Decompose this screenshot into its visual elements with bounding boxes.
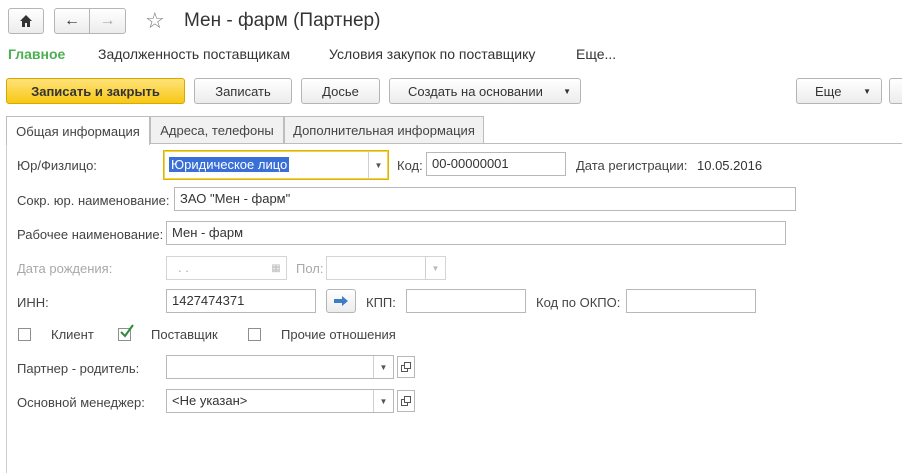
inn-label: ИНН: (17, 295, 49, 310)
gender-select: ▼ (326, 256, 446, 280)
home-button[interactable] (8, 8, 44, 34)
entity-type-label: Юр/Физлицо: (17, 158, 97, 173)
supplier-label: Поставщик (151, 327, 218, 342)
inn-lookup-button[interactable] (326, 289, 356, 313)
birth-date-value: . . (178, 260, 189, 275)
code-field[interactable]: 00-00000001 (426, 152, 566, 176)
nav-supplier-debt[interactable]: Задолженность поставщикам (98, 46, 290, 62)
main-manager-label: Основной менеджер: (17, 395, 145, 410)
inn-field[interactable]: 1427474371 (166, 289, 316, 313)
entity-type-select[interactable]: Юридическое лицо ▼ (163, 150, 389, 180)
favorite-star-icon[interactable]: ☆ (145, 8, 165, 34)
short-name-field[interactable]: ЗАО "Мен - фарм" (174, 187, 796, 211)
tab-additional-info[interactable]: Дополнительная информация (284, 116, 484, 144)
dropdown-arrow-icon: ▼ (563, 86, 571, 96)
kpp-label: КПП: (366, 295, 396, 310)
client-label: Клиент (51, 327, 94, 342)
arrow-left-icon: ← (64, 12, 80, 29)
other-relations-label: Прочие отношения (281, 327, 396, 342)
tab-addresses-phones[interactable]: Адреса, телефоны (150, 116, 284, 144)
save-and-close-button[interactable]: Записать и закрыть (6, 78, 185, 104)
birth-date-label: Дата рождения: (17, 261, 113, 276)
kpp-field[interactable] (406, 289, 526, 313)
other-relations-checkbox[interactable] (248, 328, 261, 341)
supplier-checkbox[interactable] (118, 324, 134, 341)
birth-date-field: . . ▦ (166, 256, 287, 280)
parent-partner-label: Партнер - родитель: (17, 361, 140, 376)
save-button[interactable]: Записать (194, 78, 292, 104)
chevron-down-icon[interactable]: ▼ (373, 356, 393, 378)
help-button[interactable] (889, 78, 902, 104)
short-name-label: Сокр. юр. наименование: (17, 193, 170, 208)
work-name-field[interactable]: Мен - фарм (166, 221, 786, 245)
more-actions-label: Еще (815, 83, 842, 99)
tab-general-info[interactable]: Общая информация (6, 116, 150, 145)
forward-button[interactable]: → (89, 8, 126, 34)
chevron-down-icon[interactable]: ▼ (373, 390, 393, 412)
code-label: Код: (397, 158, 423, 173)
gender-label: Пол: (296, 261, 324, 276)
entity-type-value: Юридическое лицо (169, 157, 290, 172)
home-icon (20, 15, 32, 27)
chevron-down-icon: ▼ (425, 257, 445, 279)
parent-partner-open-button[interactable] (397, 356, 415, 378)
create-based-on-label: Создать на основании (408, 83, 543, 99)
work-name-label: Рабочее наименование: (17, 227, 164, 242)
window-title: Мен - фарм (Партнер) (184, 10, 381, 31)
reg-date-label: Дата регистрации: (576, 158, 688, 173)
main-manager-select[interactable]: <Не указан> ▼ (166, 389, 394, 413)
reg-date-value: 10.05.2016 (697, 158, 763, 173)
nav-more[interactable]: Еще... (576, 46, 616, 62)
okpo-field[interactable] (626, 289, 756, 313)
back-button[interactable]: ← (54, 8, 90, 34)
open-icon (401, 396, 411, 406)
client-checkbox[interactable] (18, 328, 31, 341)
create-based-on-button[interactable]: Создать на основании ▼ (389, 78, 581, 104)
arrow-right-icon: → (99, 12, 116, 29)
open-icon (401, 362, 411, 372)
calendar-icon: ▦ (271, 262, 281, 274)
dropdown-arrow-icon: ▼ (863, 86, 871, 96)
dossier-button[interactable]: Досье (301, 78, 380, 104)
nav-main[interactable]: Главное (8, 46, 65, 62)
checkmark-icon (120, 324, 134, 338)
okpo-label: Код по ОКПО: (536, 295, 621, 310)
nav-purchase-conditions[interactable]: Условия закупок по поставщику (329, 46, 535, 62)
arrow-right-icon (334, 296, 348, 306)
main-manager-value: <Не указан> (172, 393, 248, 408)
more-actions-button[interactable]: Еще ▼ (796, 78, 882, 104)
main-manager-open-button[interactable] (397, 390, 415, 412)
chevron-down-icon[interactable]: ▼ (368, 151, 388, 179)
parent-partner-select[interactable]: ▼ (166, 355, 394, 379)
